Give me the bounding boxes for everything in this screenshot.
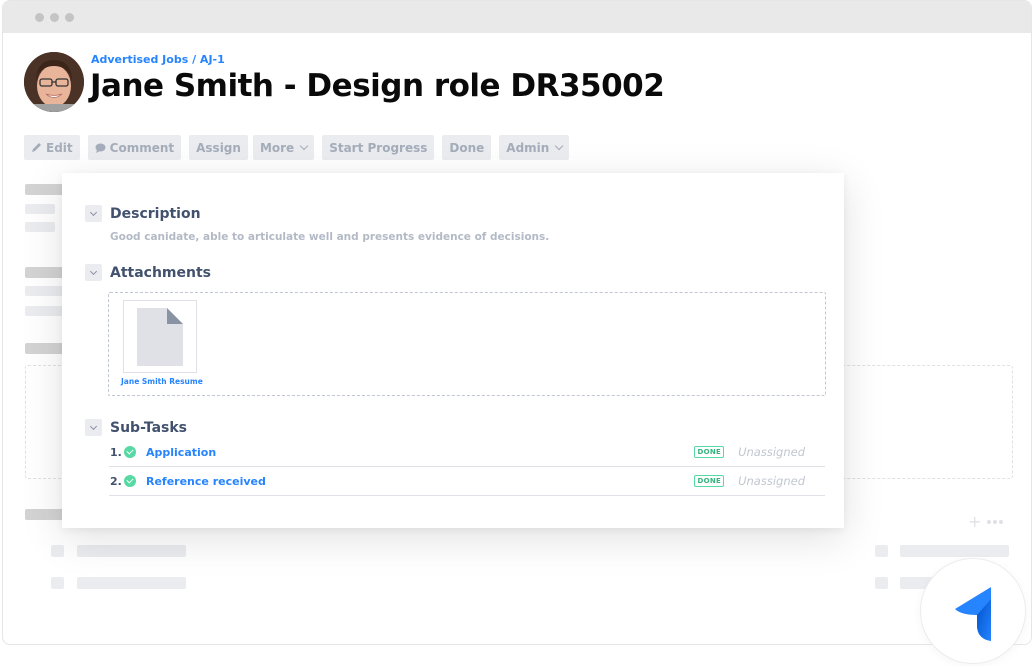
edit-label: Edit xyxy=(46,140,73,155)
admin-dropdown[interactable]: Admin xyxy=(499,135,570,160)
done-button[interactable]: Done xyxy=(442,135,492,160)
window-control-dot[interactable] xyxy=(35,12,44,22)
chevron-down-icon[interactable] xyxy=(85,264,102,281)
skeleton-checkbox xyxy=(875,577,888,589)
skeleton-bar xyxy=(900,545,1009,557)
skeleton-bar xyxy=(25,509,65,520)
subtask-number: 2. xyxy=(110,474,122,488)
description-text[interactable]: Good canidate, able to articulate well a… xyxy=(110,231,549,243)
skeleton-checkbox xyxy=(51,577,64,589)
status-badge[interactable]: DONE xyxy=(694,475,725,487)
status-badge[interactable]: DONE xyxy=(694,446,725,458)
start-progress-button[interactable]: Start Progress xyxy=(322,135,435,160)
more-label: More xyxy=(259,140,295,155)
assign-button[interactable]: Assign xyxy=(189,135,248,160)
more-dropdown[interactable]: More xyxy=(252,135,315,160)
page-title: Jane Smith - Design role DR35002 xyxy=(90,68,665,104)
start-progress-label: Start Progress xyxy=(329,140,428,155)
skeleton-checkbox xyxy=(51,545,64,557)
pencil-icon xyxy=(32,143,41,152)
attachments-header[interactable]: Attachments xyxy=(85,264,211,281)
title-bar xyxy=(3,1,1031,33)
subtasks-title: Sub-Tasks xyxy=(110,419,187,436)
check-circle-icon xyxy=(124,475,136,487)
attachment-thumbnail[interactable] xyxy=(123,300,197,373)
subtask-row[interactable]: 1. Application DONE Unassigned xyxy=(109,438,825,467)
issue-toolbar: Edit Comment Assign More Start Progress … xyxy=(24,135,570,160)
attachments-title: Attachments xyxy=(110,264,212,281)
skeleton-bar xyxy=(25,267,65,278)
comment-button[interactable]: Comment xyxy=(87,135,182,160)
chevron-down-icon xyxy=(555,141,564,150)
edit-button[interactable]: Edit xyxy=(24,135,80,160)
plus-icon[interactable]: + xyxy=(968,512,981,531)
description-title: Description xyxy=(110,205,201,222)
document-icon xyxy=(137,308,183,366)
product-logo xyxy=(920,558,1026,664)
skeleton-checkbox xyxy=(875,545,888,557)
chevron-down-icon[interactable] xyxy=(85,419,102,436)
assign-label: Assign xyxy=(196,140,241,155)
window-control-dot[interactable] xyxy=(65,12,74,22)
jira-logo-icon xyxy=(955,587,991,641)
chevron-down-icon[interactable] xyxy=(85,205,102,222)
subtask-link[interactable]: Reference received xyxy=(146,475,266,488)
attachments-dropzone[interactable]: Jane Smith Resume xyxy=(108,292,826,396)
skeleton-bar xyxy=(25,204,55,214)
skeleton-bar xyxy=(77,577,186,589)
skeleton-bar xyxy=(25,343,65,354)
skeleton-bar xyxy=(25,184,65,195)
check-circle-icon xyxy=(124,446,136,458)
description-header[interactable]: Description xyxy=(85,205,201,222)
comment-icon xyxy=(95,143,106,153)
skeleton-bar xyxy=(25,286,65,296)
chevron-down-icon xyxy=(299,141,309,150)
breadcrumb[interactable]: Advertised Jobs / AJ-1 xyxy=(91,53,225,66)
issue-detail-card: Description Good canidate, able to artic… xyxy=(62,173,844,528)
skeleton-bar xyxy=(25,222,55,232)
assignee[interactable]: Unassigned xyxy=(738,445,805,459)
avatar xyxy=(24,52,84,112)
comment-label: Comment xyxy=(109,140,175,155)
window-control-dot[interactable] xyxy=(50,12,59,22)
attachment-name[interactable]: Jane Smith Resume xyxy=(121,377,203,386)
assignee[interactable]: Unassigned xyxy=(738,474,805,488)
subtask-link[interactable]: Application xyxy=(146,446,216,459)
subtasks-header[interactable]: Sub-Tasks xyxy=(85,419,187,436)
done-label: Done xyxy=(449,140,485,155)
admin-label: Admin xyxy=(506,140,550,155)
add-more-actions[interactable]: + xyxy=(968,512,1004,531)
subtask-row[interactable]: 2. Reference received DONE Unassigned xyxy=(109,467,825,496)
skeleton-bar xyxy=(25,306,65,316)
skeleton-bar xyxy=(77,545,186,557)
subtask-number: 1. xyxy=(110,445,122,459)
more-icon[interactable] xyxy=(987,519,1004,524)
